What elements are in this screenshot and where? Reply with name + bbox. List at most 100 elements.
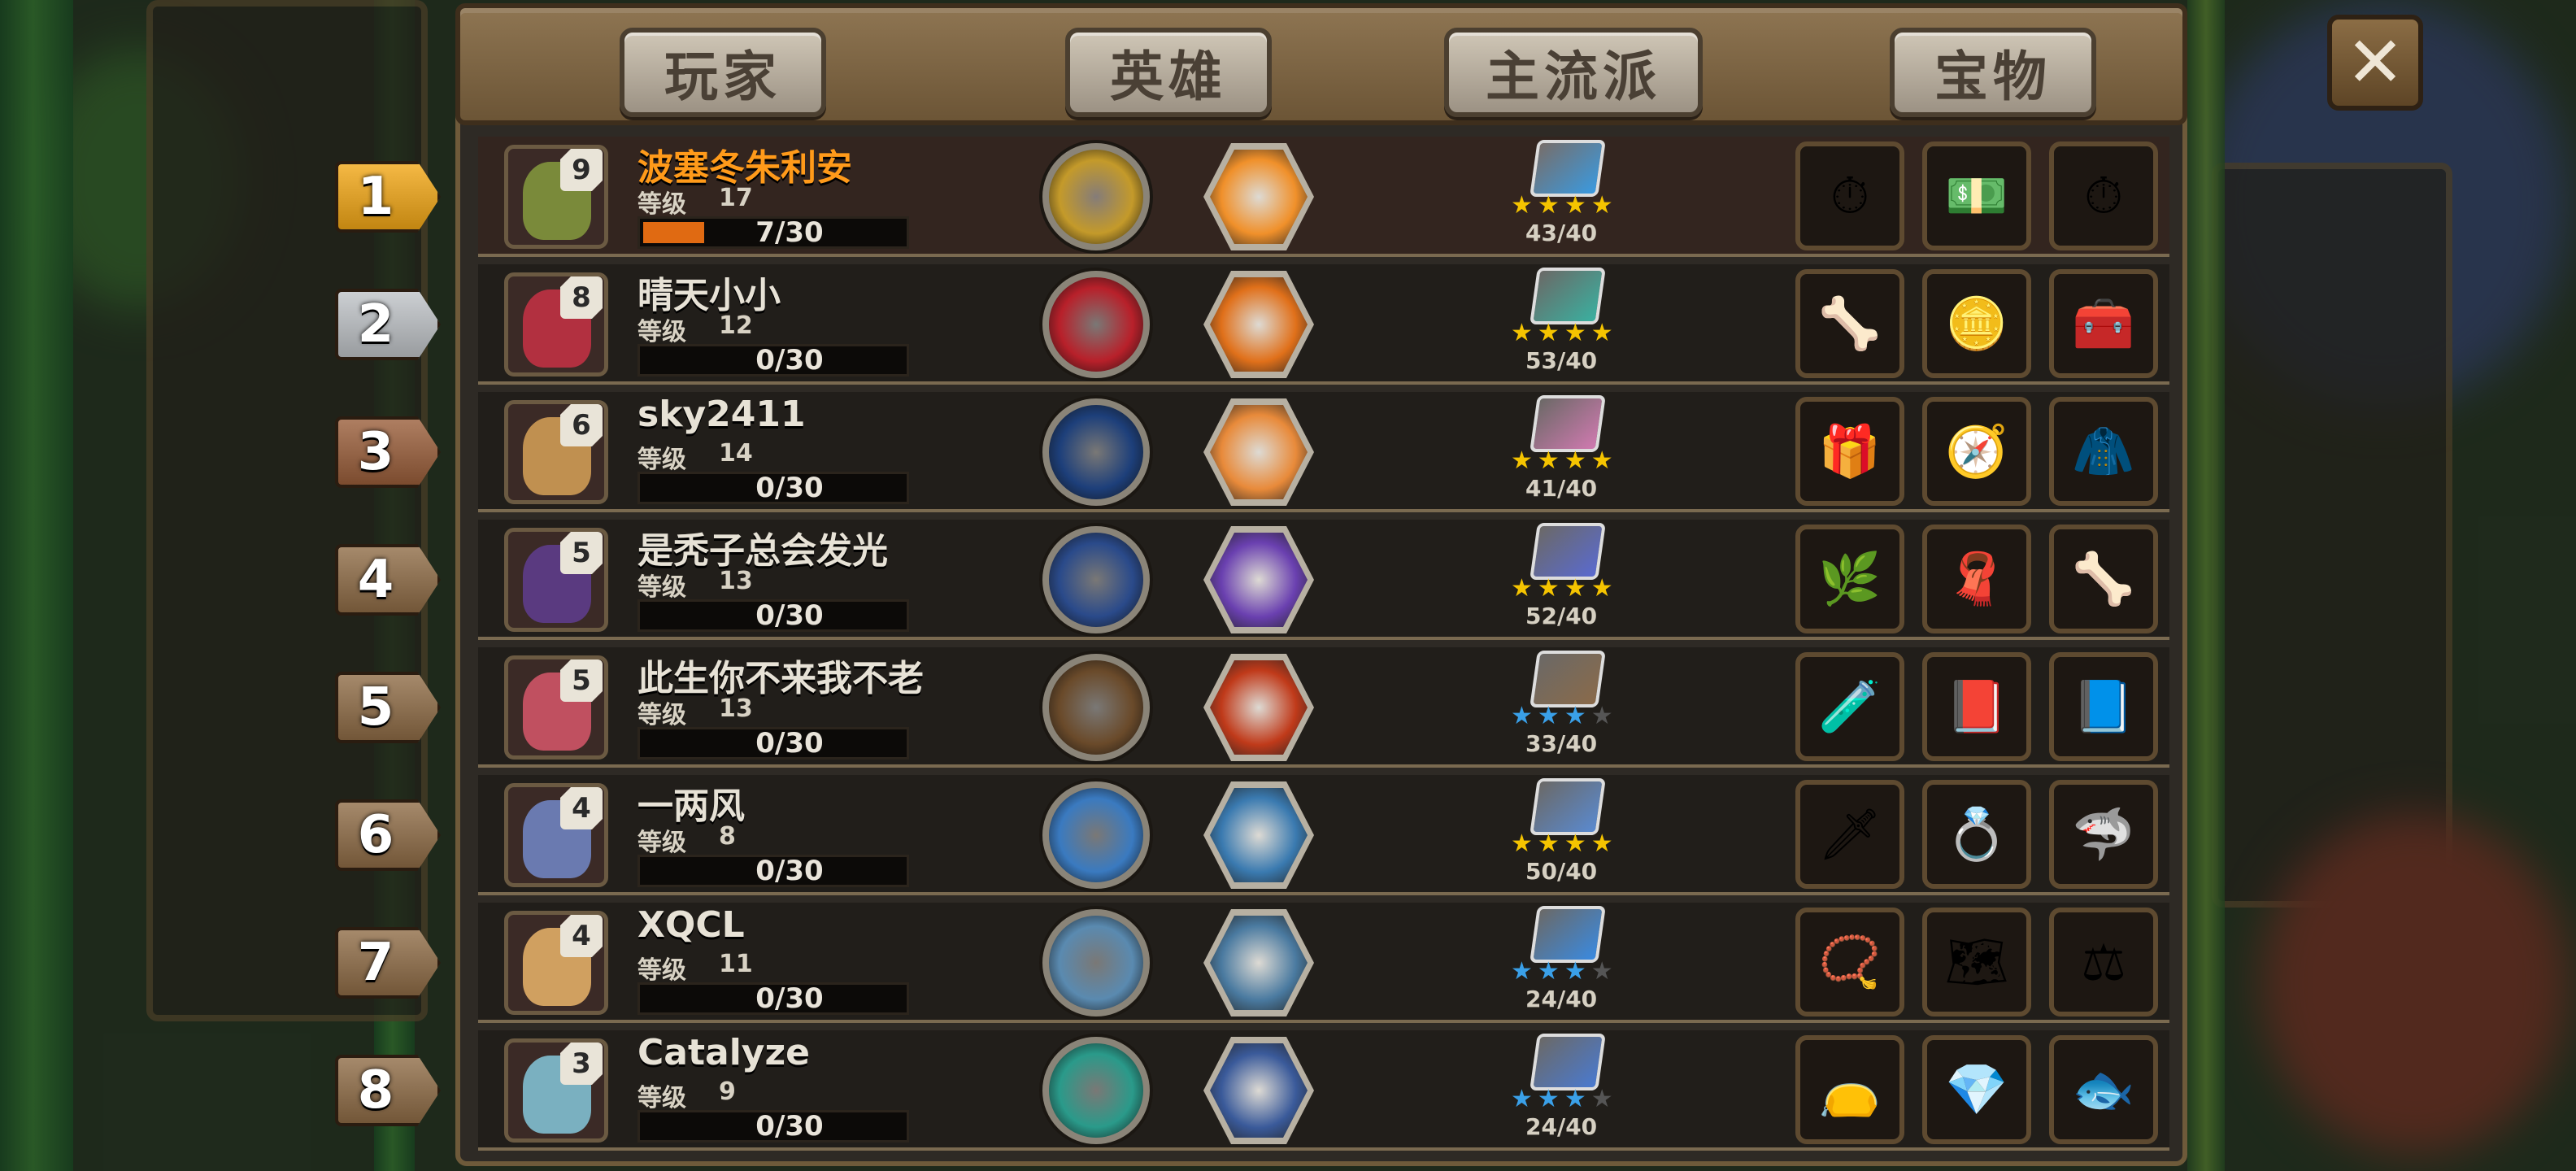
star-icon: ★: [1537, 1085, 1560, 1113]
player-avatar[interactable]: 8: [504, 272, 608, 377]
star-icon: ★: [1511, 319, 1533, 347]
school-book-icon[interactable]: [1530, 523, 1606, 580]
hero-skill-icon[interactable]: [1203, 781, 1314, 889]
hero-icon[interactable]: [1042, 526, 1150, 633]
treasure-slot[interactable]: ⚖: [2049, 908, 2158, 1016]
level-value: 8: [719, 822, 736, 851]
hero-icon[interactable]: [1042, 271, 1150, 378]
rank-flag: 1: [335, 161, 441, 233]
treasure-slot[interactable]: 📕: [1922, 652, 2031, 761]
treasure-slot[interactable]: 📘: [2049, 652, 2158, 761]
treasure-slot[interactable]: 💎: [1922, 1035, 2031, 1144]
avatar-level-badge: 8: [560, 276, 603, 319]
treasure-slot[interactable]: 🧪: [1795, 652, 1904, 761]
rank-flag: 8: [335, 1055, 441, 1126]
hero-skill-icon[interactable]: [1203, 526, 1314, 633]
school-book-icon[interactable]: [1530, 1034, 1606, 1090]
xp-bar: 0/30: [637, 344, 909, 377]
hero-skill-icon[interactable]: [1203, 909, 1314, 1016]
hero-skill-icon[interactable]: [1203, 271, 1314, 378]
treasure-slot[interactable]: 🦈: [2049, 780, 2158, 889]
hero-icon[interactable]: [1042, 1037, 1150, 1144]
player-name: 此生你不来我不老: [637, 658, 924, 699]
school-book-icon[interactable]: [1530, 140, 1606, 197]
hero-icon[interactable]: [1042, 781, 1150, 889]
star-icon: ★: [1537, 957, 1560, 986]
treasure-slot[interactable]: 🧥: [2049, 397, 2158, 506]
player-avatar[interactable]: 6: [504, 400, 608, 504]
treasure-slot[interactable]: 🗡: [1795, 780, 1904, 889]
treasure-slot[interactable]: 📿: [1795, 908, 1904, 1016]
xp-text: 0/30: [755, 344, 824, 377]
hero-skill-icon[interactable]: [1203, 398, 1314, 506]
avatar-level-badge: 4: [560, 787, 603, 829]
player-avatar[interactable]: 4: [504, 783, 608, 887]
tab-treasure[interactable]: 宝物: [1890, 28, 2096, 117]
treasure-slot[interactable]: 🧭: [1922, 397, 2031, 506]
star-icon: ★: [1590, 702, 1613, 730]
player-avatar[interactable]: 4: [504, 911, 608, 1015]
school-progress: 24/40: [1525, 1113, 1598, 1140]
player-avatar[interactable]: 5: [504, 528, 608, 632]
avatar-level-badge: 9: [560, 149, 603, 191]
treasure-slot[interactable]: 🧰: [2049, 269, 2158, 378]
school-book-icon[interactable]: [1530, 395, 1606, 452]
school-book-icon[interactable]: [1530, 268, 1606, 324]
school-progress: 33/40: [1525, 730, 1598, 757]
hero-icon[interactable]: [1042, 909, 1150, 1016]
school-book-icon[interactable]: [1530, 906, 1606, 963]
treasure-slot[interactable]: 🧣: [1922, 525, 2031, 633]
school-stars: ★ ★ ★ ★: [1511, 832, 1641, 856]
treasure-slot[interactable]: 🦴: [1795, 269, 1904, 378]
player-avatar[interactable]: 3: [504, 1038, 608, 1143]
level-value: 11: [719, 950, 753, 978]
hero-skill-icon[interactable]: [1203, 654, 1314, 761]
star-icon: ★: [1537, 574, 1560, 603]
treasure-icon: 🌿: [1818, 549, 1882, 608]
close-button[interactable]: ✕: [2327, 15, 2423, 111]
player-row[interactable]: 8 晴天小小 等级 12 0/30 ★ ★ ★ ★ 53/40 🦴 🪙 🧰: [478, 264, 2169, 385]
treasure-slot[interactable]: 🎁: [1795, 397, 1904, 506]
treasure-slot[interactable]: 🗺: [1922, 908, 2031, 1016]
treasure-slot[interactable]: ⏱: [1795, 141, 1904, 250]
hero-skill-icon[interactable]: [1203, 1037, 1314, 1144]
treasure-slot[interactable]: 🪙: [1922, 269, 2031, 378]
treasure-slot[interactable]: 💍: [1922, 780, 2031, 889]
treasure-icon: ⏱: [1830, 166, 1870, 225]
tab-player[interactable]: 玩家: [620, 28, 826, 117]
treasure-slot[interactable]: 🦴: [2049, 525, 2158, 633]
treasure-slot[interactable]: ⏱: [2049, 141, 2158, 250]
player-row[interactable]: 6 sky2411 等级 14 0/30 ★ ★ ★ ★ 41/40 🎁 🧭 🧥: [478, 392, 2169, 512]
school-progress: 50/40: [1525, 858, 1598, 885]
school-book-icon[interactable]: [1530, 778, 1606, 835]
player-row[interactable]: 5 此生你不来我不老 等级 13 0/30 ★ ★ ★ ★ 33/40 🧪 📕 📘: [478, 647, 2169, 768]
player-row[interactable]: 4 XQCL 等级 11 0/30 ★ ★ ★ ★ 24/40 📿 🗺 ⚖: [478, 903, 2169, 1023]
player-row[interactable]: 4 一两风 等级 8 0/30 ★ ★ ★ ★ 50/40 🗡 💍 🦈: [478, 775, 2169, 895]
school-book-icon[interactable]: [1530, 651, 1606, 707]
xp-bar: 0/30: [637, 855, 909, 887]
hero-icon[interactable]: [1042, 654, 1150, 761]
treasure-icon: 🎁: [1818, 421, 1882, 481]
hero-skill-icon[interactable]: [1203, 143, 1314, 250]
player-row[interactable]: 3 Catalyze 等级 9 0/30 ★ ★ ★ ★ 24/40 👝 💎 🐟: [478, 1030, 2169, 1151]
player-avatar[interactable]: 9: [504, 145, 608, 249]
treasure-slot[interactable]: 🐟: [2049, 1035, 2158, 1144]
star-icon: ★: [1564, 702, 1586, 730]
level-label: 等级: [637, 829, 686, 857]
player-row[interactable]: 5 是秃子总会发光 等级 13 0/30 ★ ★ ★ ★ 52/40 🌿 🧣 🦴: [478, 520, 2169, 640]
level-value: 14: [719, 439, 753, 468]
star-icon: ★: [1590, 319, 1613, 347]
rank-flag: 7: [335, 927, 441, 999]
treasure-slot[interactable]: 💵: [1922, 141, 2031, 250]
player-avatar[interactable]: 5: [504, 655, 608, 760]
tab-school[interactable]: 主流派: [1444, 28, 1703, 117]
star-icon: ★: [1511, 574, 1533, 603]
player-row[interactable]: 9 波塞冬朱利安 等级 17 7/30 ★ ★ ★ ★ 43/40 ⏱ 💵 ⏱: [478, 137, 2169, 257]
school-stars: ★ ★ ★ ★: [1511, 704, 1641, 729]
treasure-slot[interactable]: 🌿: [1795, 525, 1904, 633]
tab-hero[interactable]: 英雄: [1065, 28, 1272, 117]
star-icon: ★: [1537, 829, 1560, 858]
treasure-slot[interactable]: 👝: [1795, 1035, 1904, 1144]
hero-icon[interactable]: [1042, 143, 1150, 250]
hero-icon[interactable]: [1042, 398, 1150, 506]
